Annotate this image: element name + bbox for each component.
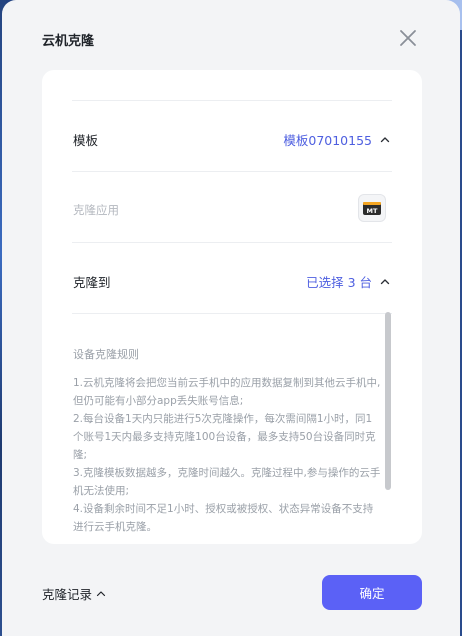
rule-item: 3.克隆模板数据越多，克隆时间越久。克隆过程中,参与操作的云手机无法使用; [73, 467, 381, 497]
close-icon [400, 30, 416, 46]
template-label: 模板 [73, 133, 99, 148]
template-selector[interactable]: 模板07010155 [283, 130, 390, 149]
clone-settings-card: 模板 模板07010155 克隆应用 MT 克隆到 已选择 3 台 设备克隆规则… [42, 70, 422, 544]
confirm-button[interactable]: 确定 [322, 575, 422, 610]
rules-scrollbar[interactable] [385, 312, 391, 490]
clone-history-toggle[interactable]: 克隆记录 [42, 584, 106, 603]
clone-app-label: 克隆应用 [73, 203, 119, 217]
svg-text:MT: MT [367, 207, 378, 215]
close-button[interactable] [396, 26, 420, 50]
divider [72, 313, 392, 314]
chevron-up-icon [380, 278, 390, 284]
template-value: 模板07010155 [283, 133, 372, 148]
app-icon-mt[interactable]: MT [358, 194, 386, 222]
clone-rules-scroll-area[interactable]: 设备克隆规则 1.云机克隆将会把您当前云手机中的应用数据复制到其他云手机中,但仍… [73, 342, 383, 544]
rules-list: 1.云机克隆将会把您当前云手机中的应用数据复制到其他云手机中,但仍可能有小部分a… [73, 374, 381, 536]
clone-dialog: 云机克隆 模板 模板07010155 克隆应用 MT 克隆到 已选择 3 台 设… [2, 0, 460, 636]
chevron-up-icon [380, 136, 390, 142]
clone-to-label: 克隆到 [73, 275, 111, 290]
divider [72, 171, 392, 172]
rules-title: 设备克隆规则 [73, 348, 139, 361]
clone-to-selector[interactable]: 已选择 3 台 [306, 272, 390, 291]
mt-manager-icon: MT [363, 202, 381, 215]
divider [72, 100, 392, 101]
clone-history-label: 克隆记录 [42, 587, 93, 602]
clone-to-value: 已选择 3 台 [306, 275, 372, 290]
chevron-up-icon [96, 590, 106, 596]
dialog-title: 云机克隆 [42, 34, 95, 49]
rule-item: 1.云机克隆将会把您当前云手机中的应用数据复制到其他云手机中,但仍可能有小部分a… [73, 377, 381, 407]
rule-item: 2.每台设备1天内只能进行5次克隆操作，每次需间隔1小时，同1个账号1天内最多支… [73, 413, 376, 461]
divider [72, 242, 392, 243]
rule-item: 4.设备剩余时间不足1小时、授权或被授权、状态异常设备不支持进行云手机克隆。 [73, 503, 374, 533]
